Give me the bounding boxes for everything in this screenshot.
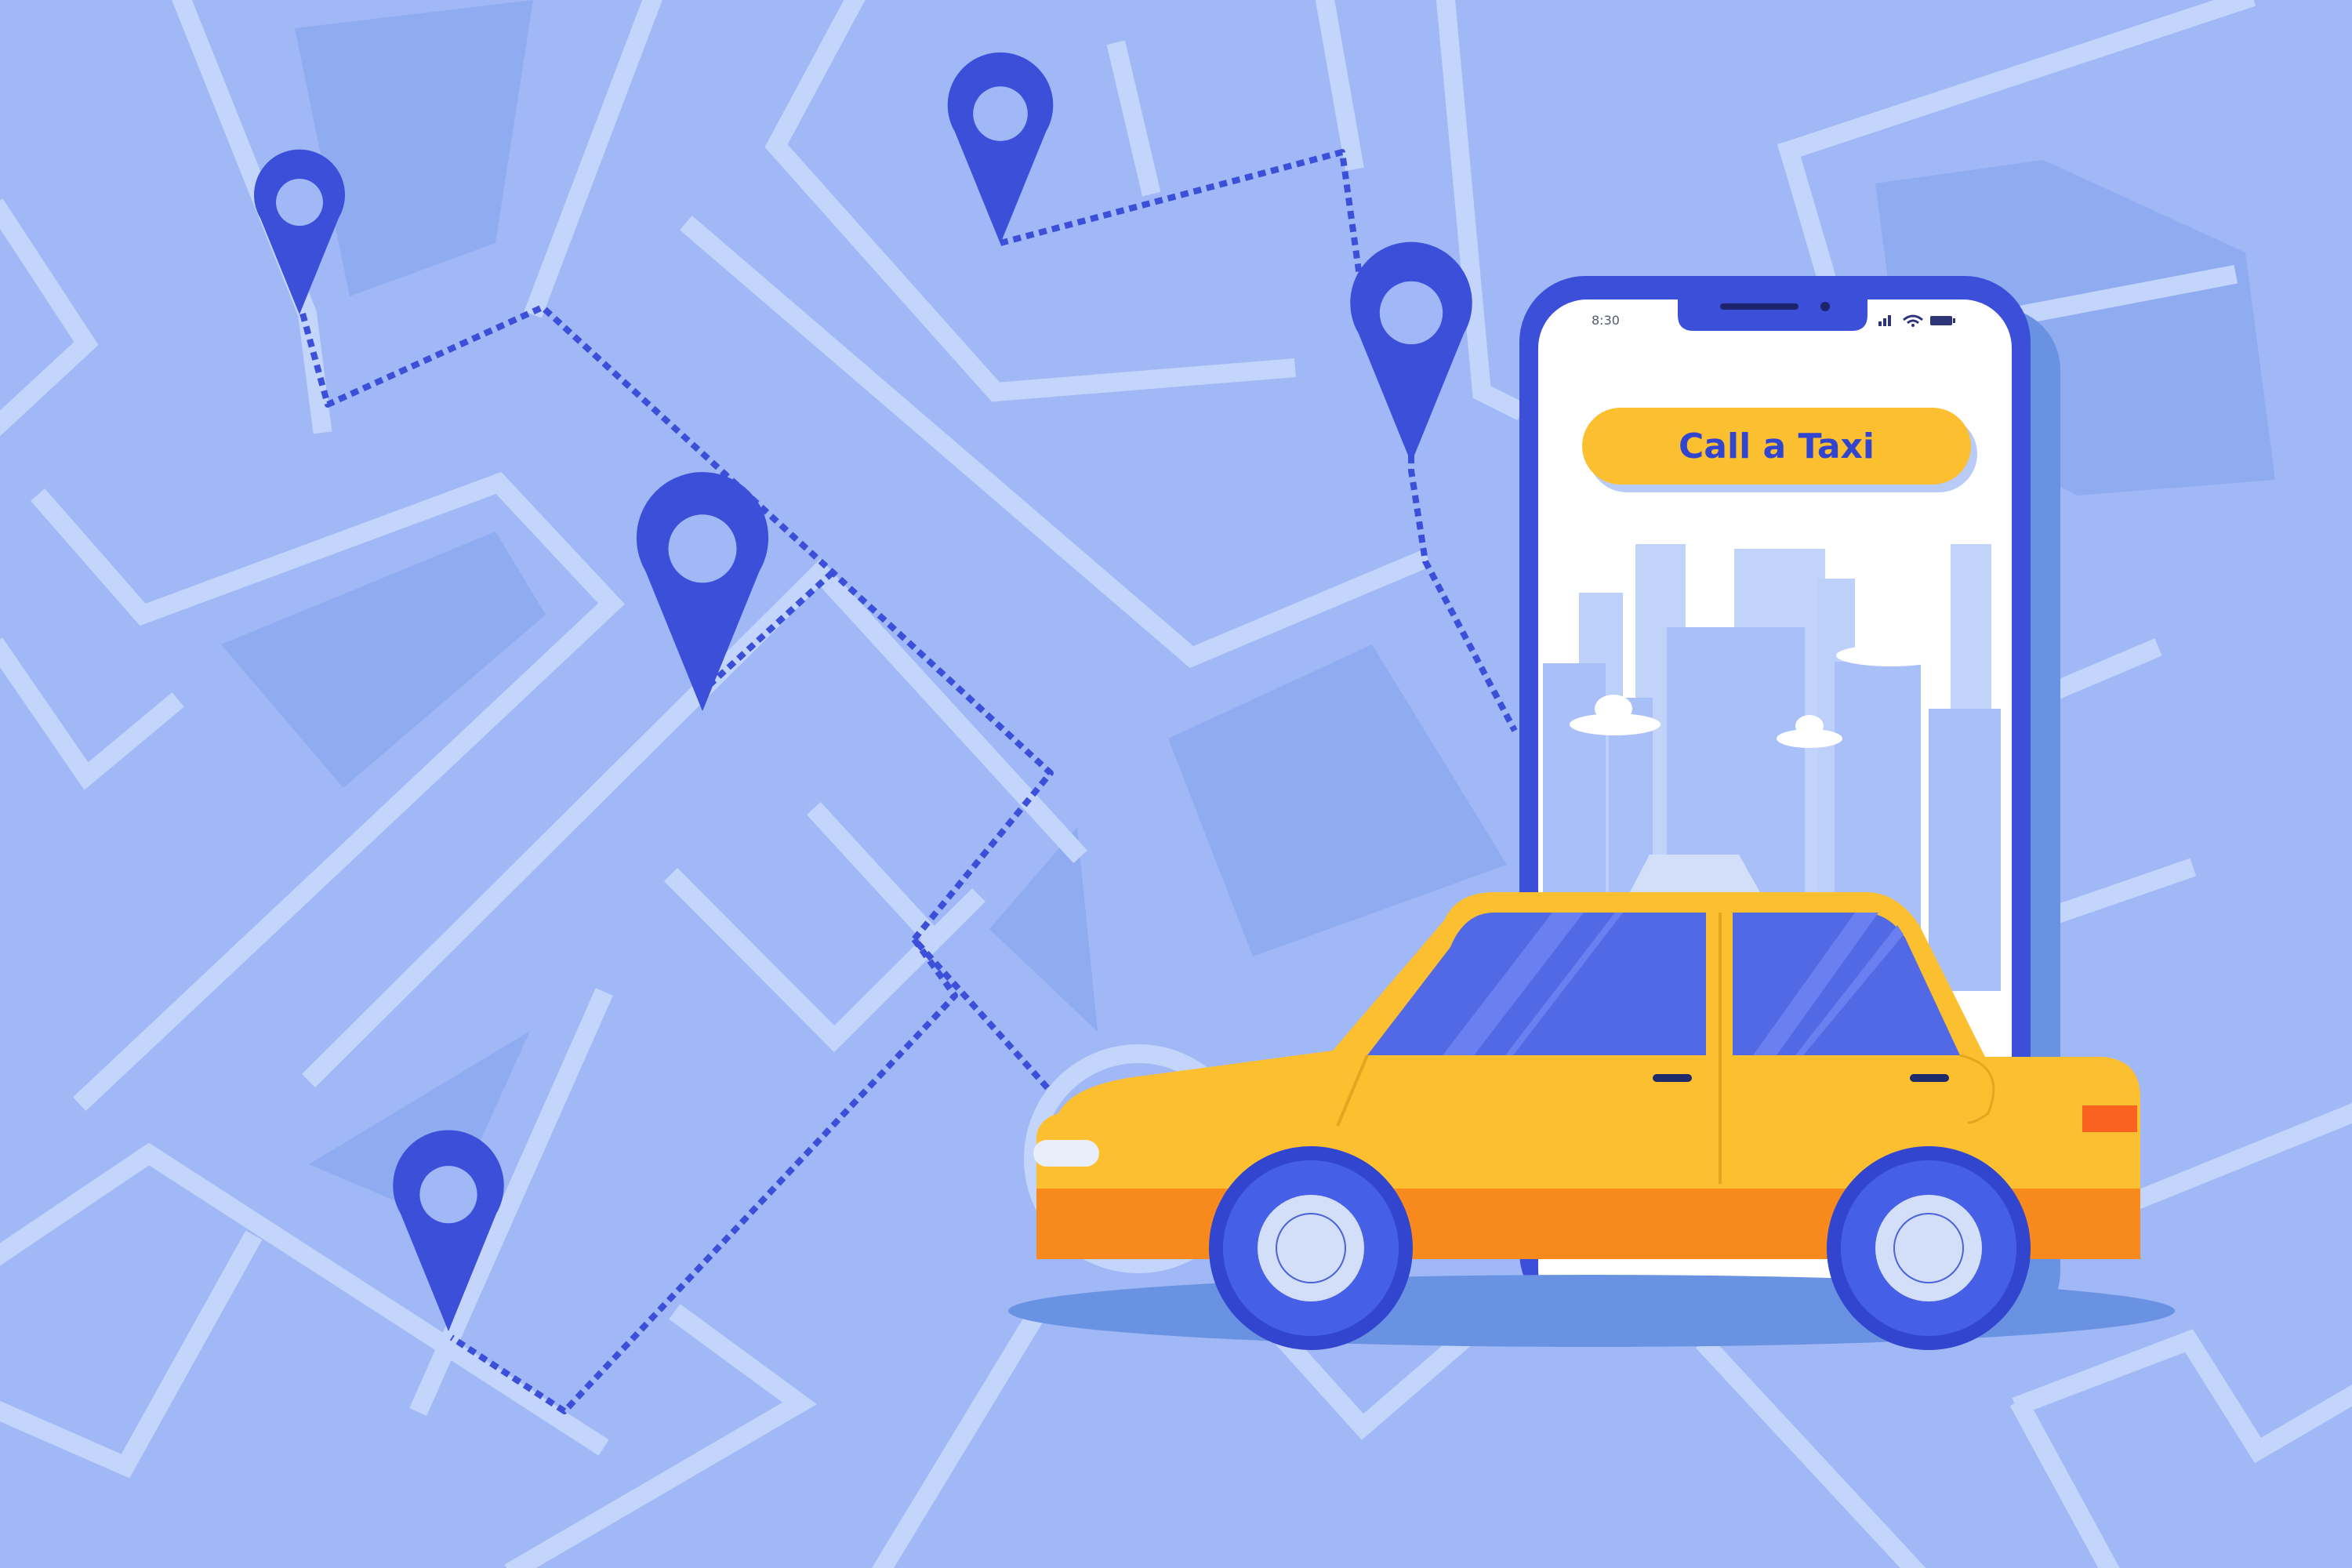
pin-hole: [973, 86, 1028, 141]
battery-tip: [1953, 318, 1955, 323]
taxi-door-handle[interactable]: [1910, 1074, 1949, 1082]
cloud: [1860, 632, 1891, 657]
cloud: [1897, 610, 1938, 651]
status-time: 8:30: [1592, 313, 1620, 328]
signal-bar: [1888, 315, 1891, 326]
cloud: [1836, 644, 1946, 666]
pin-hole: [276, 179, 323, 226]
pin-hole: [1379, 281, 1443, 345]
taxi-roof-sign: [1629, 855, 1761, 894]
phone-speaker: [1720, 303, 1798, 310]
taxi-rear-wheel: [1827, 1146, 2031, 1350]
taxi-front-wheel: [1209, 1146, 1413, 1350]
battery-body: [1930, 316, 1952, 325]
taxi-tail-light: [2082, 1105, 2137, 1132]
call-taxi-button[interactable]: Call a Taxi: [1582, 408, 1977, 492]
pin-hole: [419, 1166, 477, 1224]
battery-icon: [1930, 316, 1955, 325]
taxi-app-illustration: 8:30 Call a Taxi: [0, 0, 2352, 1568]
pin-hole: [668, 514, 737, 583]
signal-bar: [1878, 321, 1882, 326]
taxi-stripe-round: [1036, 1189, 1066, 1259]
signal-bar: [1883, 318, 1886, 326]
cloud: [1595, 695, 1632, 723]
wifi-dot: [1911, 324, 1915, 327]
call-taxi-button-label[interactable]: Call a Taxi: [1679, 426, 1875, 466]
taxi-headlight: [1033, 1140, 1099, 1167]
taxi-door-handle[interactable]: [1653, 1074, 1692, 1082]
skyline-building: [1929, 709, 2001, 991]
phone-notch: [1678, 296, 1867, 331]
cloud: [1795, 715, 1824, 737]
hubcap: [1875, 1195, 1982, 1301]
hubcap: [1258, 1195, 1364, 1301]
phone-camera: [1820, 302, 1830, 311]
